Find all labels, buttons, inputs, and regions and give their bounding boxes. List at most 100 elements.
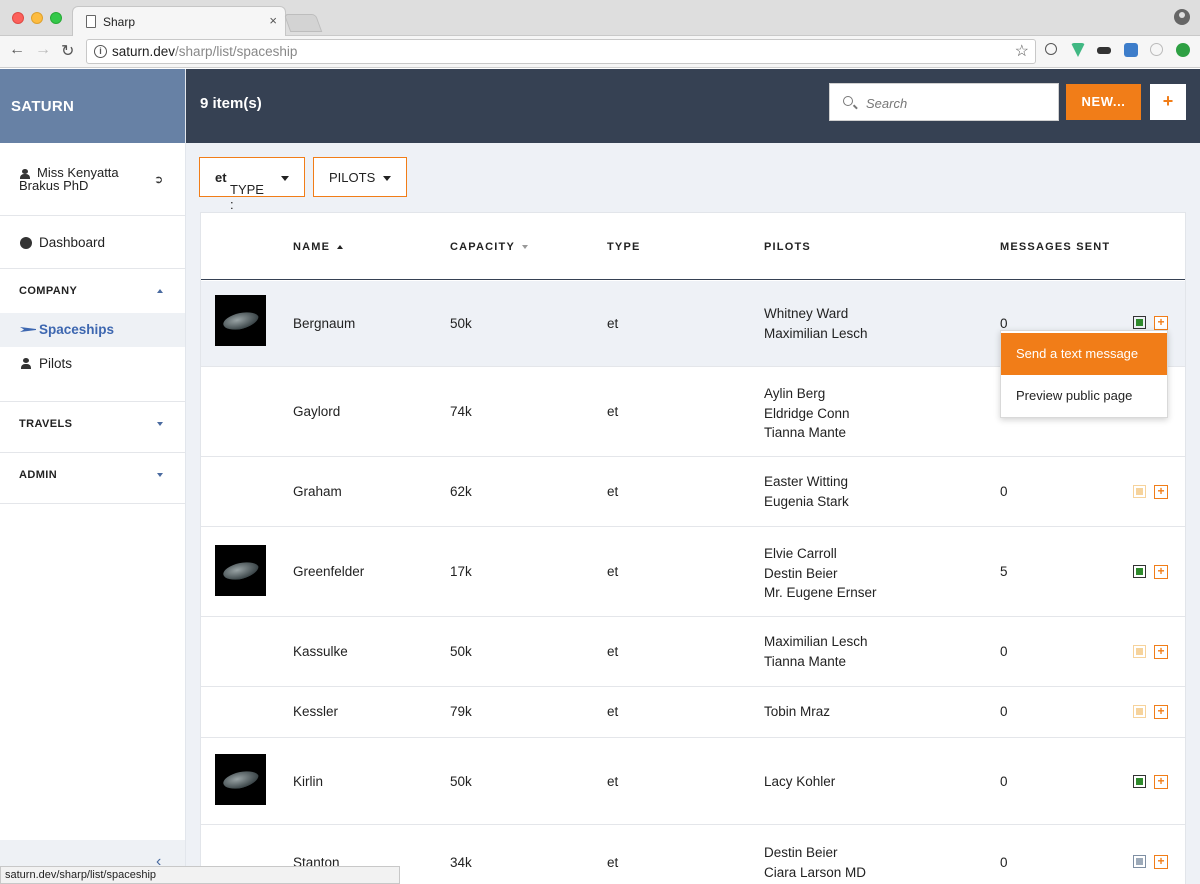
brand-title[interactable]: SATURN [0, 69, 185, 143]
table-row[interactable]: Greenfelder 17k et Elvie Carroll Destin … [201, 528, 1185, 617]
update-extension-icon[interactable] [1176, 43, 1190, 57]
sidebar-item-spaceships[interactable]: Spaceships [0, 313, 185, 347]
maximize-window-button[interactable] [50, 12, 62, 24]
search-input[interactable] [866, 93, 1051, 113]
sort-icon [522, 245, 529, 250]
profile-icon[interactable] [1174, 9, 1190, 25]
sidebar-item-dashboard[interactable]: Dashboard [0, 216, 185, 269]
search-box[interactable] [829, 83, 1059, 121]
new-button[interactable]: NEW... [1066, 84, 1141, 120]
new-tab-button[interactable] [283, 14, 323, 32]
chevron-down-icon [281, 176, 289, 181]
table-row[interactable]: Graham 62k et Easter Witting Eugenia Sta… [201, 458, 1185, 527]
sidebar: SATURN Miss Kenyatta Brakus PhD ➲ Dashbo… [0, 69, 186, 884]
sidebar-group-admin[interactable]: ADMIN [0, 453, 185, 504]
column-header-pilots: PILOTS [764, 241, 811, 253]
address-bar[interactable]: i saturn.dev/sharp/list/spaceship ☆ [86, 39, 1036, 64]
pilot-name: Tianna Mante [764, 425, 847, 440]
browser-toolbar: ← → ↻ i saturn.dev/sharp/list/spaceship … [0, 36, 1200, 68]
add-button[interactable]: + [1150, 84, 1186, 120]
column-header-capacity[interactable]: CAPACITY [450, 241, 529, 253]
column-header-name[interactable]: NAME [293, 241, 344, 253]
close-window-button[interactable] [12, 12, 24, 24]
commands-button[interactable]: + [1154, 316, 1168, 330]
pilots-filter[interactable]: PILOTS [313, 157, 407, 197]
pilot-name: Destin Beier [764, 845, 838, 860]
state-indicator[interactable] [1133, 705, 1146, 718]
browser-tab[interactable]: Sharp × [72, 6, 286, 37]
pilot-name: Ciara Larson MD [764, 864, 867, 880]
table-row[interactable]: Kassulke 50k et Maximilian Lesch Tianna … [201, 618, 1185, 687]
spaceship-icon [20, 327, 36, 332]
cell-pilots: Aylin Berg Eldridge Conn Tianna Mante [764, 384, 850, 443]
bookmark-star-icon[interactable]: ☆ [1015, 41, 1029, 61]
sidebar-group-travels[interactable]: TRAVELS [0, 402, 185, 453]
cell-messages: 0 [1000, 855, 1008, 870]
sidebar-group-company: COMPANY Spaceships Pilots [0, 269, 185, 402]
chevron-up-icon [157, 289, 163, 293]
url-text: saturn.dev/sharp/list/spaceship [112, 44, 297, 59]
info-icon[interactable]: i [94, 45, 107, 58]
pilot-name: Destin Beier [764, 565, 838, 581]
preview-public-page-command[interactable]: Preview public page [1001, 375, 1167, 417]
circle-extension-icon[interactable] [1150, 43, 1163, 56]
cell-name: Graham [293, 484, 342, 499]
glasses-extension-icon[interactable] [1097, 47, 1111, 54]
commands-button[interactable]: + [1154, 565, 1168, 579]
cell-messages: 0 [1000, 484, 1008, 499]
pilot-name: Elvie Carroll [764, 546, 837, 561]
search-icon [843, 96, 853, 106]
send-text-message-command[interactable]: Send a text message [1001, 333, 1167, 375]
pilot-name: Eldridge Conn [764, 405, 850, 421]
sidebar-group-title: TRAVELS [19, 418, 73, 430]
item-count: 9 item(s) [200, 95, 262, 112]
type-filter[interactable]: TYPE : et [199, 157, 305, 212]
cell-type: et [607, 774, 619, 789]
reload-icon[interactable]: ↻ [61, 41, 74, 61]
state-indicator[interactable] [1133, 855, 1146, 868]
minimize-window-button[interactable] [31, 12, 43, 24]
state-indicator[interactable] [1133, 775, 1146, 788]
cell-pilots: Whitney Ward Maximilian Lesch [764, 304, 868, 343]
back-arrow-icon[interactable]: ← [9, 41, 25, 59]
cell-type: et [607, 484, 619, 499]
spaceship-thumbnail [215, 545, 266, 596]
state-indicator[interactable] [1133, 485, 1146, 498]
cell-pilots: Easter Witting Eugenia Stark [764, 472, 849, 511]
pilot-name: Aylin Berg [764, 386, 826, 401]
commands-button[interactable]: + [1154, 705, 1168, 719]
cell-capacity: 50k [450, 774, 472, 789]
sidebar-group-toggle-company[interactable]: COMPANY [0, 269, 185, 313]
cell-type: et [607, 316, 619, 331]
commands-button[interactable]: + [1154, 645, 1168, 659]
pilot-name: Easter Witting [764, 474, 849, 489]
extension-info-icon[interactable] [1045, 43, 1057, 55]
cell-messages: 0 [1000, 644, 1008, 659]
chevron-down-icon [157, 473, 163, 477]
commands-button[interactable]: + [1154, 855, 1168, 869]
main-content: TYPE : et PILOTS NAME CAPACITY TYPE PILO… [186, 143, 1200, 884]
state-indicator[interactable] [1133, 565, 1146, 578]
commands-button[interactable]: + [1154, 485, 1168, 499]
column-header-messages: MESSAGES SENT [1000, 241, 1111, 253]
table-row[interactable]: Kirlin 50k et Lacy Kohler 0 + [201, 739, 1185, 825]
cell-capacity: 74k [450, 404, 472, 419]
column-header-label: CAPACITY [450, 241, 516, 253]
cell-name: Bergnaum [293, 316, 356, 331]
url-host: saturn.dev [112, 44, 176, 59]
tab-close-icon[interactable]: × [269, 13, 277, 28]
state-indicator[interactable] [1133, 316, 1146, 329]
logout-icon[interactable]: ➲ [154, 173, 163, 186]
table-row[interactable]: Kessler 79k et Tobin Mraz 0 + [201, 688, 1185, 738]
sidebar-group-title: COMPANY [19, 285, 78, 297]
commands-button[interactable]: + [1154, 775, 1168, 789]
sidebar-item-pilots[interactable]: Pilots [0, 347, 185, 381]
cell-capacity: 17k [450, 564, 472, 579]
commands-dropdown: Send a text message Preview public page [1000, 330, 1168, 418]
state-indicator[interactable] [1133, 645, 1146, 658]
forward-arrow-icon[interactable]: → [35, 41, 51, 59]
spaceship-thumbnail [215, 754, 266, 805]
page-icon [86, 15, 96, 28]
browser-status-url: saturn.dev/sharp/list/spaceship [0, 866, 400, 884]
screenshot-extension-icon[interactable] [1124, 43, 1138, 57]
